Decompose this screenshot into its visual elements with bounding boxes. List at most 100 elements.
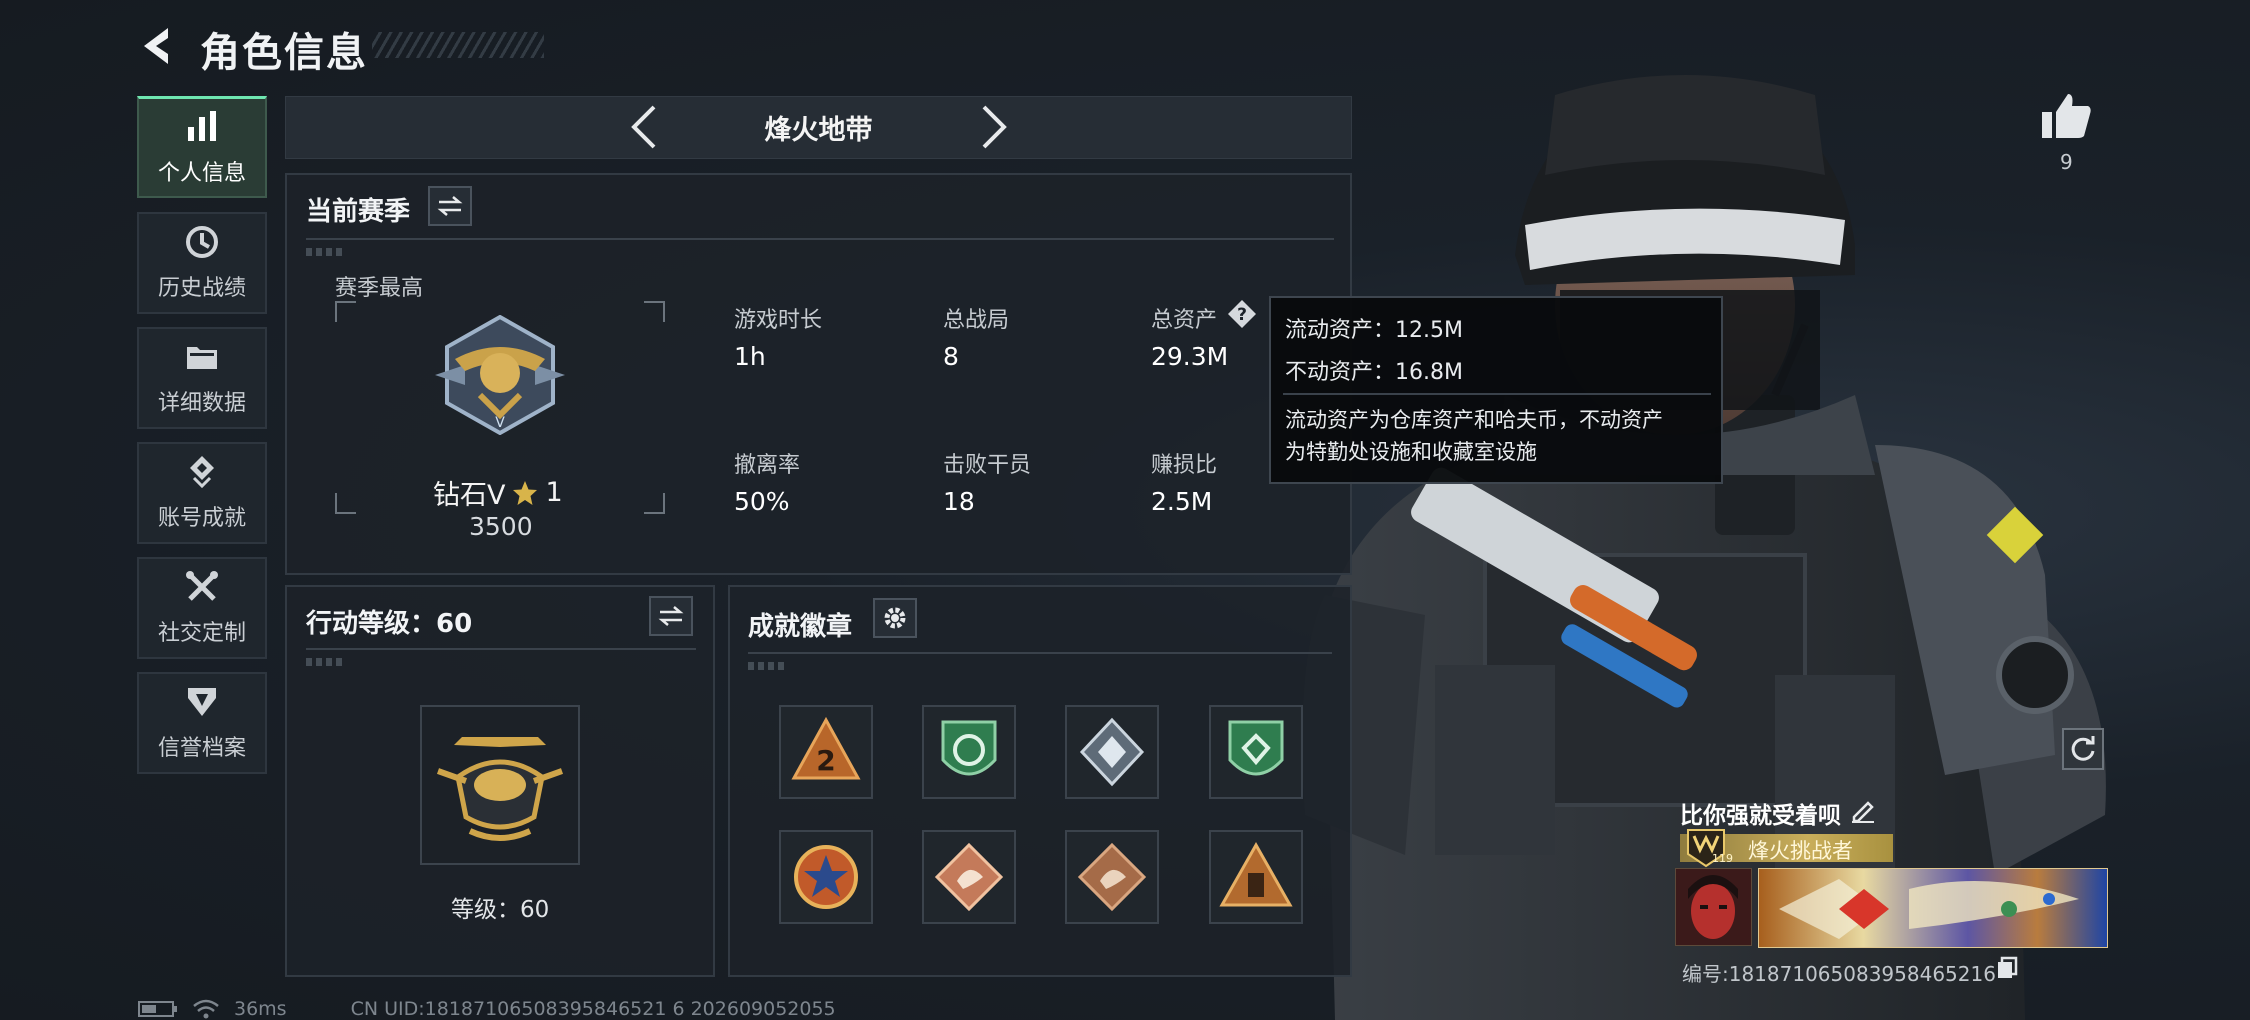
help-icon[interactable]: ? xyxy=(1226,298,1258,330)
asset-tooltip: 流动资产：12.5M 不动资产：16.8M 流动资产为仓库资产和哈夫币，不动资产… xyxy=(1269,296,1723,484)
rank-name-row: 钻石V 1 xyxy=(433,473,563,512)
star-icon xyxy=(513,480,538,505)
beast-diamond-badge-icon xyxy=(934,842,1004,912)
battery-icon xyxy=(138,1001,177,1017)
stat-label-playtime: 游戏时长 xyxy=(734,308,823,333)
action-level-text: 等级：60 xyxy=(451,897,550,923)
gear-icon xyxy=(884,607,906,629)
mode-next-button[interactable] xyxy=(970,101,1018,153)
green-shield-badge-icon xyxy=(1228,720,1284,776)
season-switch-button[interactable] xyxy=(428,186,472,226)
badge-1[interactable]: 2 xyxy=(779,705,873,799)
svg-text:V: V xyxy=(495,415,505,431)
avatar-face-icon xyxy=(1676,869,1751,945)
stat-value-playtime: 1h xyxy=(734,342,766,371)
thumbs-up-icon[interactable] xyxy=(2040,90,2094,144)
badge-8[interactable] xyxy=(1209,830,1303,924)
avatar[interactable] xyxy=(1675,868,1752,946)
tooltip-liquid-assets: 流动资产：12.5M xyxy=(1285,318,1463,343)
ping-text: 36ms xyxy=(234,998,287,1020)
stat-value-total-matches: 8 xyxy=(943,342,959,371)
stat-label-total-matches: 总战局 xyxy=(943,308,1010,333)
tooltip-fixed-assets: 不动资产：16.8M xyxy=(1285,360,1463,385)
like-count: 9 xyxy=(2060,150,2073,174)
history-clock-icon xyxy=(186,226,218,258)
triangle-2-badge-icon: 2 xyxy=(791,716,861,780)
nav-item-personal-info[interactable]: 个人信息 xyxy=(137,96,267,198)
status-bar: 36ms CN UID:18187106508395846521 6 20260… xyxy=(138,998,836,1020)
copy-icon[interactable] xyxy=(1996,956,2018,980)
nav-item-social[interactable]: 社交定制 xyxy=(137,557,267,659)
stat-value-extract-rate: 50% xyxy=(734,487,790,516)
nav-item-achievements[interactable]: 账号成就 xyxy=(137,442,267,544)
rotate-model-button[interactable] xyxy=(2062,728,2104,770)
player-id: 编号:1818710650839584652​16 xyxy=(1682,962,1996,986)
beast-diamond-badge-icon xyxy=(1077,842,1147,912)
rank-stars: 1 xyxy=(545,477,563,508)
mode-name: 烽火地带 xyxy=(764,115,873,146)
nav-label: 详细数据 xyxy=(157,391,246,416)
tooltip-desc-line-1: 流动资产为仓库资产和哈夫币，不动资产 xyxy=(1285,408,1663,432)
swap-icon xyxy=(437,196,463,216)
pyramid-badge-icon xyxy=(1219,841,1293,907)
badges-title: 成就徽章 xyxy=(748,612,853,642)
badge-2[interactable] xyxy=(922,705,1016,799)
nav-label: 信誉档案 xyxy=(157,736,246,761)
badge-6[interactable] xyxy=(922,830,1016,924)
page-title: 角色信息 xyxy=(200,30,368,76)
rank-name: 钻石V xyxy=(433,480,506,511)
badge-3[interactable] xyxy=(1065,705,1159,799)
edit-icon[interactable] xyxy=(1850,797,1876,823)
stat-value-profit-ratio: 2.5M xyxy=(1151,487,1213,516)
stat-label-profit-ratio: 赚损比 xyxy=(1151,453,1218,478)
badge-5[interactable] xyxy=(779,830,873,924)
swap-icon xyxy=(658,606,684,626)
tooltip-divider xyxy=(1283,393,1711,395)
diamond-rank-emblem-icon: V xyxy=(435,315,565,435)
decor-lines xyxy=(306,658,346,666)
stat-label-extract-rate: 撤离率 xyxy=(734,453,801,478)
action-level-title: 行动等级：60 xyxy=(306,609,473,639)
refresh-icon xyxy=(2071,736,2095,761)
star-circle-badge-icon xyxy=(794,845,858,909)
decor-lines xyxy=(748,662,788,670)
title-level: 119 xyxy=(1712,852,1733,865)
green-shield-badge-icon xyxy=(941,720,997,776)
badge-4[interactable] xyxy=(1209,705,1303,799)
nav-item-details[interactable]: 详细数据 xyxy=(137,327,267,429)
badges-divider xyxy=(748,652,1332,654)
back-arrow-icon[interactable] xyxy=(138,24,178,68)
svg-text:?: ? xyxy=(1237,305,1247,325)
season-best-label: 赛季最高 xyxy=(335,276,424,301)
shield-badge-icon xyxy=(188,688,216,716)
tools-icon xyxy=(186,571,218,601)
mode-prev-button[interactable] xyxy=(620,101,668,153)
badges-settings-button[interactable] xyxy=(873,598,917,638)
action-level-divider xyxy=(306,648,696,650)
season-title: 当前赛季 xyxy=(306,197,411,227)
uid-text: CN UID:18187106508395846521 6 2026090520… xyxy=(350,998,836,1020)
banner-art-icon xyxy=(1779,879,2079,939)
nav-label: 账号成就 xyxy=(157,506,246,531)
wifi-icon xyxy=(193,999,219,1019)
stat-label-total-assets: 总资产 xyxy=(1151,308,1218,333)
stat-value-kills: 18 xyxy=(943,487,975,516)
player-name: 比你强就受着呗 xyxy=(1680,803,1841,829)
achievement-icon xyxy=(190,456,214,489)
nav-label: 社交定制 xyxy=(157,621,246,646)
badge-7[interactable] xyxy=(1065,830,1159,924)
decor-lines xyxy=(306,248,346,256)
title-text: 烽火挑战者 xyxy=(1748,839,1853,863)
stat-value-total-assets: 29.3M xyxy=(1151,342,1229,371)
action-level-switch-button[interactable] xyxy=(649,596,693,636)
helicopter-emblem-icon xyxy=(436,737,564,841)
bar-chart-icon xyxy=(188,110,216,141)
season-divider xyxy=(306,238,1334,240)
svg-text:2: 2 xyxy=(816,744,835,777)
nav-item-credit[interactable]: 信誉档案 xyxy=(137,672,267,774)
stat-label-kills: 击败干员 xyxy=(943,453,1032,478)
diamond-crystal-badge-icon xyxy=(1079,717,1145,787)
level-emblem-frame xyxy=(420,705,580,865)
nav-item-history[interactable]: 历史战绩 xyxy=(137,212,267,314)
rank-score: 3500 xyxy=(469,512,533,541)
